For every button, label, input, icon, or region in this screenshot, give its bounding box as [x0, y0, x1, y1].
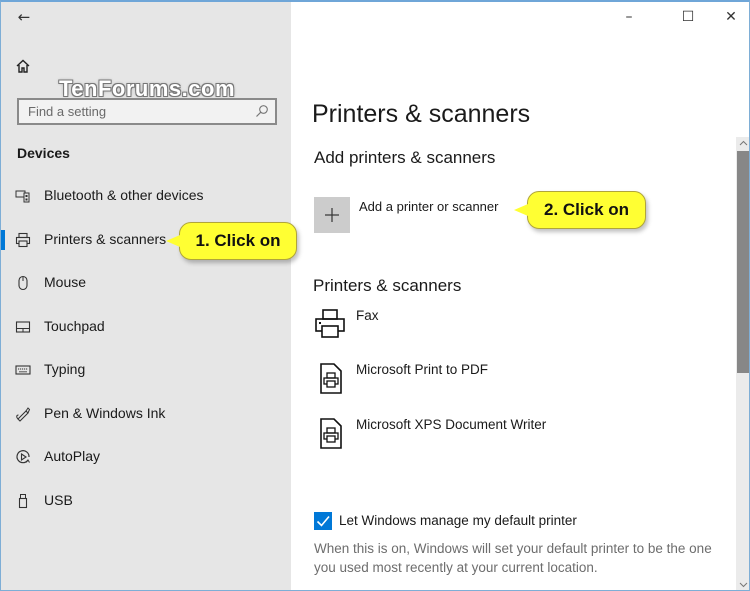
sidebar-item-typing[interactable]: Typing	[1, 350, 291, 390]
sidebar-item-label: Typing	[44, 361, 86, 377]
autoplay-icon	[16, 450, 30, 464]
callout-text: 1. Click on	[195, 231, 281, 250]
sidebar-item-mouse[interactable]: Mouse	[1, 263, 291, 303]
printer-icon	[15, 232, 31, 248]
document-printer-icon	[320, 363, 342, 394]
page-title: Printers & scanners	[312, 100, 531, 128]
plus-icon	[325, 208, 339, 222]
keyboard-icon	[15, 365, 31, 375]
printer-name: Fax	[356, 308, 379, 323]
sidebar-item-touchpad[interactable]: Touchpad	[1, 307, 291, 347]
chevron-up-icon	[739, 140, 748, 146]
scroll-down-button[interactable]	[736, 579, 749, 590]
sidebar-item-bluetooth[interactable]: Bluetooth & other devices	[1, 176, 291, 216]
chevron-down-icon	[739, 582, 748, 588]
settings-window: ← TenForums.com Find a setting Devices B…	[0, 0, 750, 591]
scroll-up-button[interactable]	[736, 137, 749, 151]
section-title: Devices	[17, 145, 70, 161]
sidebar-item-autoplay[interactable]: AutoPlay	[1, 437, 291, 477]
touchpad-icon	[15, 321, 31, 333]
maximize-button[interactable]: ☐	[675, 6, 701, 28]
printer-icon	[315, 309, 345, 338]
add-section-title: Add printers & scanners	[314, 148, 496, 167]
sidebar-item-label: Printers & scanners	[44, 231, 167, 247]
printer-name: Microsoft Print to PDF	[356, 362, 489, 377]
main-content: – ☐ ✕ Printers & scanners Add printers &…	[291, 2, 749, 590]
add-printer-button[interactable]	[314, 197, 350, 233]
sidebar-item-label: Pen & Windows Ink	[44, 405, 166, 421]
minimize-button[interactable]: –	[616, 6, 642, 28]
callout-tail	[166, 235, 180, 247]
pen-icon	[16, 407, 31, 422]
printer-list-item[interactable]: Microsoft Print to PDF	[311, 362, 731, 412]
bluetooth-devices-icon	[15, 190, 30, 203]
close-button[interactable]: ✕	[718, 6, 744, 28]
home-button[interactable]	[15, 58, 35, 78]
callout-text: 2. Click on	[543, 200, 630, 219]
add-printer-label[interactable]: Add a printer or scanner	[359, 199, 498, 214]
sidebar-item-label: AutoPlay	[44, 448, 101, 464]
callout-step-1: 1. Click on	[166, 222, 297, 260]
sidebar-item-pen-ink[interactable]: Pen & Windows Ink	[1, 394, 291, 434]
maximize-icon: ☐	[681, 9, 695, 25]
default-printer-checkbox[interactable]	[314, 512, 332, 530]
checkmark-icon	[316, 515, 330, 527]
scroll-thumb[interactable]	[737, 151, 749, 373]
usb-icon	[18, 494, 28, 509]
home-icon	[16, 59, 30, 73]
sidebar-item-label: Bluetooth & other devices	[44, 187, 204, 203]
printer-list-item[interactable]: Microsoft XPS Document Writer	[311, 417, 731, 467]
sidebar-item-usb[interactable]: USB	[1, 481, 291, 521]
printer-list-item[interactable]: Fax	[311, 308, 731, 358]
default-printer-label[interactable]: Let Windows manage my default printer	[339, 513, 577, 528]
sidebar-item-label: USB	[44, 492, 73, 508]
selection-indicator	[1, 230, 5, 250]
back-arrow-icon: ←	[17, 8, 31, 26]
minimize-icon: –	[625, 9, 633, 25]
scrollbar[interactable]	[736, 137, 749, 590]
document-printer-icon	[320, 418, 342, 449]
sidebar-item-label: Mouse	[44, 274, 87, 290]
sidebar-item-label: Touchpad	[44, 318, 105, 334]
mouse-icon	[18, 275, 28, 291]
search-placeholder: Find a setting	[28, 104, 107, 119]
search-input[interactable]: Find a setting	[17, 98, 277, 125]
printers-section-title: Printers & scanners	[313, 276, 462, 295]
callout-step-2: 2. Click on	[514, 191, 646, 229]
close-icon: ✕	[725, 9, 737, 25]
sidebar: ← TenForums.com Find a setting Devices B…	[1, 2, 291, 590]
search-icon[interactable]	[255, 104, 269, 118]
default-printer-description: When this is on, Windows will set your d…	[314, 541, 712, 575]
callout-tail	[514, 204, 528, 216]
back-button[interactable]: ←	[13, 6, 35, 28]
printer-name: Microsoft XPS Document Writer	[356, 417, 547, 432]
